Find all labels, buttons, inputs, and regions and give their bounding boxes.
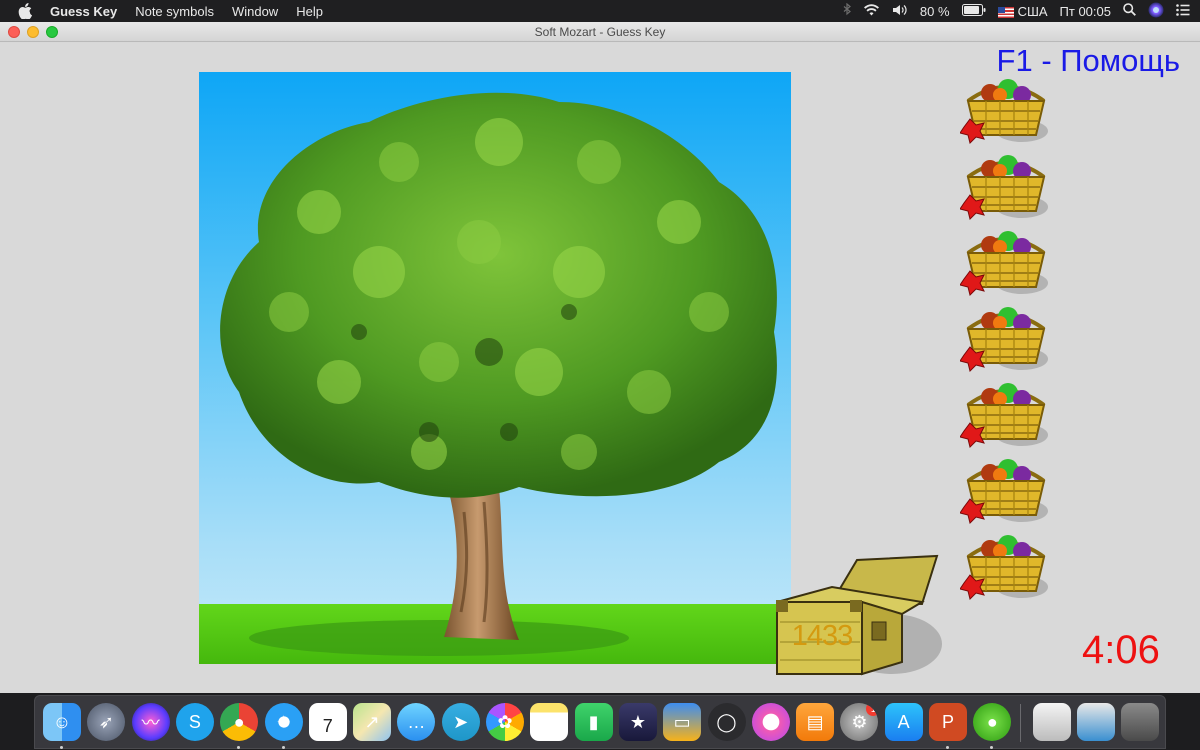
screen-record-icon[interactable]: ◯ xyxy=(707,703,746,741)
numbers-glyph: ▮ xyxy=(588,711,599,732)
fruit-basket-icon xyxy=(959,453,1052,525)
battery-percent: 80 % xyxy=(919,3,950,19)
messages-icon[interactable]: … xyxy=(397,703,436,741)
notes-glyph: ≡ xyxy=(544,711,555,732)
telegram-glyph: ➤ xyxy=(453,711,469,732)
soft-mozart-glyph: ● xyxy=(986,711,998,732)
minimized-window-1-icon[interactable] xyxy=(1033,703,1071,741)
tree-illustration xyxy=(199,92,791,664)
powerpoint-icon[interactable]: P xyxy=(929,703,967,741)
safari-icon[interactable]: ✦ xyxy=(264,703,303,741)
running-indicator xyxy=(281,746,285,749)
us-flag-icon xyxy=(997,6,1014,18)
volume-icon[interactable] xyxy=(892,4,908,19)
finder-icon[interactable]: ☺ xyxy=(43,703,81,741)
running-indicator xyxy=(237,746,241,749)
close-window-button[interactable] xyxy=(8,26,20,38)
menu-window[interactable]: Window xyxy=(232,4,278,19)
launchpad-icon[interactable]: ➶ xyxy=(87,703,126,741)
skype-glyph: S xyxy=(188,711,201,732)
running-indicator xyxy=(60,746,63,749)
siri-glyph: 〰 xyxy=(141,713,160,733)
chrome-glyph: ● xyxy=(233,711,245,732)
menu-bar: Guess Key Note symbols Window Help 80 % … xyxy=(0,0,1200,22)
notification-badge: 1 xyxy=(866,703,879,716)
window-title-bar[interactable]: Soft Mozart - Guess Key xyxy=(0,22,1200,42)
chrome-icon[interactable]: ● xyxy=(220,703,259,741)
bluetooth-icon[interactable] xyxy=(843,2,851,19)
fullscreen-window-button[interactable] xyxy=(46,26,58,38)
imovie-icon[interactable]: ★ xyxy=(618,703,657,741)
screen-record-glyph: ◯ xyxy=(716,711,737,732)
skype-icon[interactable]: S xyxy=(175,703,214,741)
game-area[interactable]: F1 - Помощь 1433 4:06 xyxy=(0,43,1200,693)
menubar-clock[interactable]: Пт 00:05 xyxy=(1060,4,1111,19)
score-counter: 1433 xyxy=(791,620,854,652)
tree-shadow xyxy=(249,620,629,656)
soft-mozart-icon[interactable]: ● xyxy=(973,703,1012,741)
dock-area: ☺ ➶ 〰 S ● ✦ 7 ↗ … ➤ ✿ ≡ ▮ ★ ▭ ◯ ♪ ▤ ⚙ 1 A P ● xyxy=(0,693,1200,750)
battery-icon[interactable] xyxy=(961,3,986,19)
itunes-glyph: ♪ xyxy=(766,711,776,732)
input-source[interactable]: США xyxy=(997,3,1048,19)
fruit-basket-icon xyxy=(959,73,1052,145)
powerpoint-glyph: P xyxy=(941,711,954,732)
photos-icon[interactable]: ✿ xyxy=(486,703,524,741)
fruit-basket-icon xyxy=(959,377,1052,449)
apple-menu-icon[interactable] xyxy=(18,3,36,19)
books-glyph: ▤ xyxy=(806,711,824,732)
maps-icon[interactable]: ↗ xyxy=(353,703,392,741)
spotlight-icon[interactable] xyxy=(1123,3,1136,19)
siri-icon[interactable]: 〰 xyxy=(131,703,170,741)
dock: ☺ ➶ 〰 S ● ✦ 7 ↗ … ➤ ✿ ≡ ▮ ★ ▭ ◯ ♪ ▤ ⚙ 1 A P ● xyxy=(34,695,1166,749)
tree-scene[interactable] xyxy=(199,72,791,664)
keynote-glyph: ▭ xyxy=(673,711,691,732)
app-menu[interactable]: Guess Key xyxy=(50,4,117,19)
notification-center-icon[interactable] xyxy=(1176,3,1190,19)
trash-icon[interactable] xyxy=(1121,703,1159,741)
fruit-basket-icon xyxy=(959,529,1052,601)
siri-menu-icon[interactable] xyxy=(1148,2,1164,21)
calendar-date: 7 xyxy=(322,715,333,736)
app-store-icon[interactable]: A xyxy=(884,703,923,741)
input-source-label: США xyxy=(1017,3,1048,19)
countdown-timer: 4:06 xyxy=(1082,628,1160,672)
tree-trunk xyxy=(444,487,519,640)
imovie-glyph: ★ xyxy=(629,711,646,732)
safari-glyph: ✦ xyxy=(275,711,292,732)
menu-note-symbols[interactable]: Note symbols xyxy=(135,4,214,19)
maps-glyph: ↗ xyxy=(364,711,380,732)
app-store-glyph: A xyxy=(897,711,910,732)
itunes-icon[interactable]: ♪ xyxy=(751,703,790,741)
telegram-icon[interactable]: ➤ xyxy=(441,703,480,741)
keynote-icon[interactable]: ▭ xyxy=(663,703,702,741)
running-indicator xyxy=(946,746,949,749)
system-preferences-icon[interactable]: ⚙ 1 xyxy=(840,703,879,741)
system-preferences-glyph: ⚙ xyxy=(851,711,868,732)
notes-icon[interactable]: ≡ xyxy=(530,703,569,741)
fruit-basket-icon xyxy=(959,149,1052,221)
menu-help[interactable]: Help xyxy=(296,4,323,19)
fruit-basket-icon xyxy=(959,301,1052,373)
running-indicator xyxy=(990,746,994,749)
fruit-basket-icon xyxy=(959,225,1052,297)
launchpad-glyph: ➶ xyxy=(98,711,114,732)
finder-glyph: ☺ xyxy=(52,711,72,732)
minimize-window-button[interactable] xyxy=(27,26,39,38)
messages-glyph: … xyxy=(407,711,426,732)
treasure-chest: 1433 xyxy=(772,552,944,678)
window-title: Soft Mozart - Guess Key xyxy=(534,25,666,39)
numbers-icon[interactable]: ▮ xyxy=(574,703,613,741)
wifi-icon[interactable] xyxy=(863,3,880,19)
books-icon[interactable]: ▤ xyxy=(796,703,835,741)
photos-glyph: ✿ xyxy=(497,711,513,732)
dock-separator xyxy=(1020,704,1021,742)
calendar-icon[interactable]: 7 xyxy=(308,703,347,741)
minimized-window-2-icon[interactable] xyxy=(1077,703,1115,741)
